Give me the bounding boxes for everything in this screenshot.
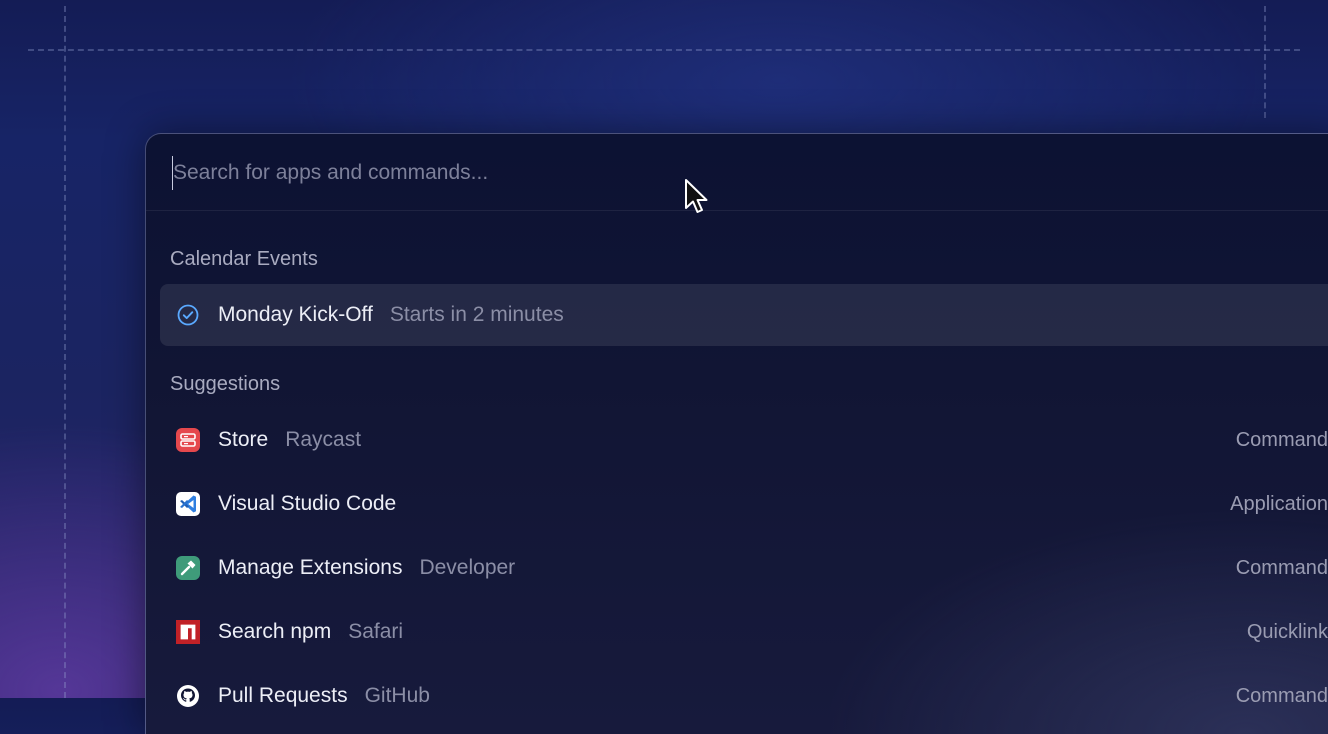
- item-type-label: Application: [1230, 492, 1328, 515]
- item-type-label: Command: [1235, 684, 1328, 707]
- section-title-suggestions: Suggestions: [170, 373, 281, 395]
- item-subtitle: GitHub: [364, 684, 430, 707]
- item-title: Search npm: [218, 620, 332, 643]
- npm-icon: [176, 620, 200, 644]
- list-item-visual-studio-code[interactable]: Visual Studio Code Application: [160, 473, 1328, 535]
- item-subtitle: Safari: [348, 620, 404, 643]
- list-item-monday-kick-off[interactable]: Monday Kick-Off Starts in 2 minutes: [160, 284, 1328, 346]
- hammer-icon: [176, 556, 200, 580]
- layout-guide-vertical-left: [64, 6, 66, 698]
- list-item-pull-requests[interactable]: Pull Requests GitHub Command: [160, 665, 1328, 727]
- item-title: Monday Kick-Off: [218, 303, 373, 326]
- item-subtitle: Starts in 2 minutes: [389, 303, 564, 326]
- item-title: Pull Requests: [218, 684, 348, 707]
- check-circle-icon: [176, 303, 200, 327]
- item-type-label: Command: [1235, 428, 1328, 451]
- search-input[interactable]: [172, 156, 1075, 190]
- item-title: Visual Studio Code: [218, 492, 397, 515]
- item-title: Store: [218, 428, 269, 451]
- vscode-icon: [176, 492, 200, 516]
- item-subtitle: Developer: [419, 556, 516, 579]
- item-title: Manage Extensions: [218, 556, 403, 579]
- list-item-manage-extensions[interactable]: Manage Extensions Developer Command: [160, 537, 1328, 599]
- command-palette-window: Calendar Events Monday Kick-Off Starts i…: [145, 133, 1328, 734]
- github-icon: [176, 684, 200, 708]
- layout-guide-horizontal: [28, 49, 1300, 51]
- list-item-search-npm[interactable]: Search npm Safari Quicklink: [160, 601, 1328, 663]
- list-item-store[interactable]: Store Raycast Command: [160, 409, 1328, 471]
- item-type-label: Command: [1235, 556, 1328, 579]
- section-title-calendar-events: Calendar Events: [170, 248, 318, 270]
- item-subtitle: Raycast: [285, 428, 362, 451]
- layout-guide-vertical-right: [1264, 6, 1266, 118]
- raycast-store-icon: [176, 428, 200, 452]
- item-type-label: Quicklink: [1246, 620, 1328, 643]
- search-bar: [146, 134, 1328, 211]
- mouse-pointer-icon: [685, 179, 708, 213]
